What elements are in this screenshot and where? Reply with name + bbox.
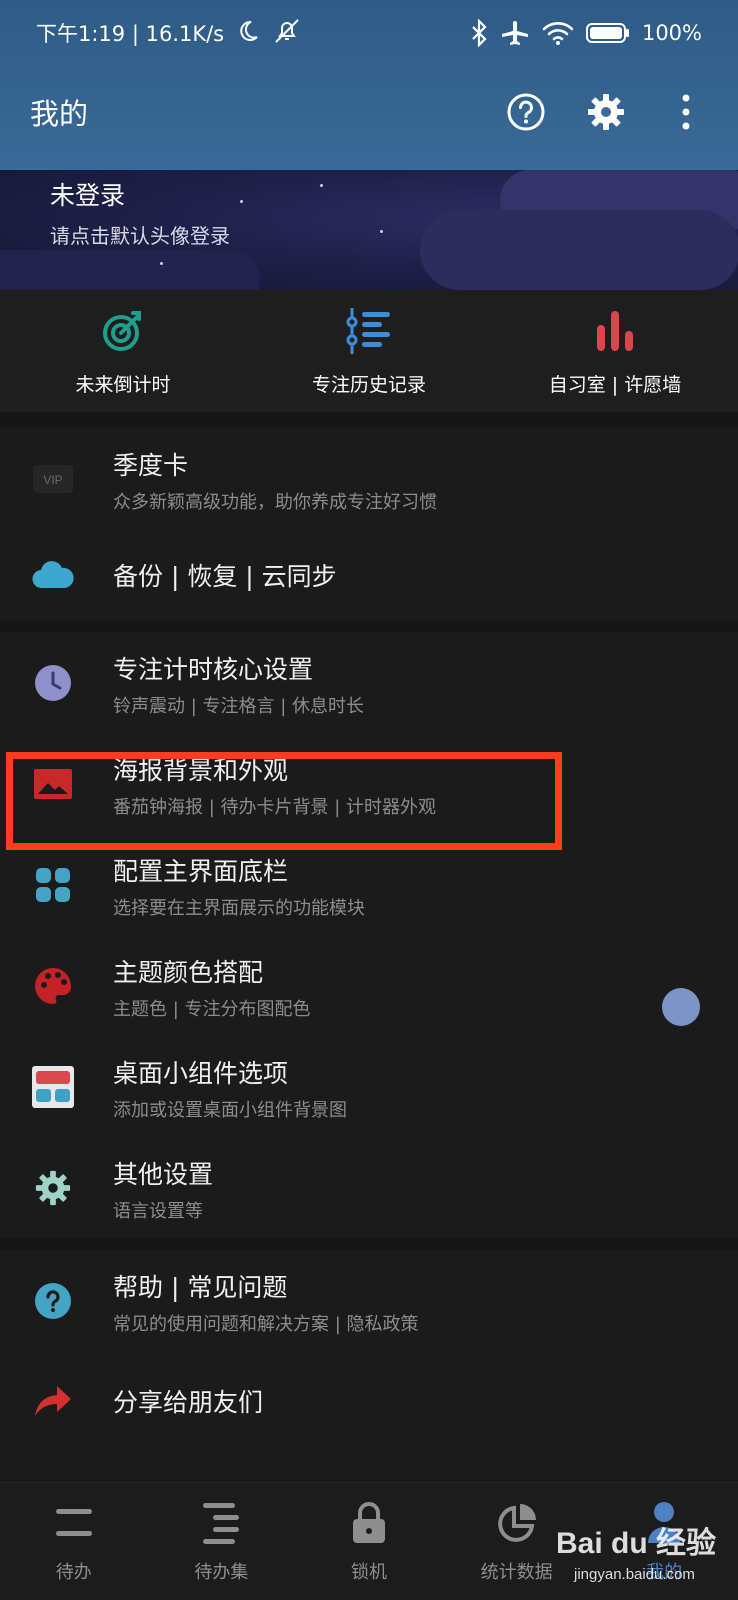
todo-set-icon [203, 1502, 240, 1544]
gear-icon [32, 1167, 74, 1209]
quick-action-study-room[interactable]: 自习室 | 许愿墙 [492, 290, 738, 412]
watermark-brand: Bai du 经验 [556, 1527, 717, 1560]
item-subtitle: 常见的使用问题和解决方案 | 隐私政策 [113, 1314, 419, 1335]
nav-todo-set[interactable]: 待办集 [148, 1483, 296, 1600]
banner-cloud [0, 250, 260, 290]
item-title: 海报背景和外观 [113, 756, 289, 785]
app-bar: 我的 [0, 76, 738, 148]
settings-section: 专注计时核心设置 铃声震动 | 专注格言 | 休息时长 海报背景和外观 番茄钟海… [0, 632, 738, 1238]
list-item-backup[interactable]: 备份 | 恢复 | 云同步 [0, 524, 738, 626]
pie-chart-icon [497, 1503, 536, 1542]
grid-icon [32, 864, 74, 906]
wifi-icon [542, 20, 574, 46]
banner-star [240, 200, 243, 203]
gear-icon [588, 94, 624, 130]
list-item-timer-settings[interactable]: 专注计时核心设置 铃声震动 | 专注格言 | 休息时长 [0, 632, 738, 734]
nav-label: 待办集 [194, 1561, 249, 1583]
membership-section: VIP 季度卡 众多新颖高级功能，助你养成专注好习惯 备份 | 恢复 | 云同步 [0, 428, 738, 620]
share-icon [32, 1380, 74, 1422]
settings-button[interactable] [584, 90, 628, 134]
item-title: 季度卡 [113, 451, 189, 480]
list-item-poster-appearance[interactable]: 海报背景和外观 番茄钟海报 | 待办卡片背景 | 计时器外观 [0, 733, 738, 835]
quick-action-countdown[interactable]: 未来倒计时 [0, 290, 246, 412]
cloud-icon [32, 554, 74, 596]
watermark-url: jingyan.baidu.com [574, 1566, 695, 1583]
item-title: 其他设置 [113, 1160, 214, 1189]
item-subtitle: 铃声震动 | 专注格言 | 休息时长 [113, 696, 365, 717]
bluetooth-icon [470, 19, 488, 47]
nav-todo[interactable]: 待办 [0, 1483, 148, 1600]
item-subtitle: 选择要在主界面展示的功能模块 [113, 898, 365, 919]
login-hint: 请点击默认头像登录 [50, 224, 230, 248]
battery-level: 100% [641, 21, 702, 45]
help-section: 帮助 | 常见问题 常见的使用问题和解决方案 | 隐私政策 分享给朋友们 [0, 1250, 738, 1482]
item-subtitle: 添加或设置桌面小组件背景图 [113, 1100, 347, 1121]
nav-label: 统计数据 [480, 1561, 553, 1583]
help-icon [32, 1280, 74, 1322]
nav-label: 锁机 [350, 1561, 387, 1583]
list-item-help[interactable]: 帮助 | 常见问题 常见的使用问题和解决方案 | 隐私政策 [0, 1250, 738, 1352]
quick-action-label: 未来倒计时 [75, 373, 171, 396]
floating-assistive-button[interactable] [662, 988, 700, 1026]
bar-chart-icon [597, 310, 633, 351]
profile-name: 未登录 [50, 181, 126, 210]
banner-star [380, 230, 383, 233]
item-subtitle: 主题色 | 专注分布图配色 [113, 999, 311, 1020]
nav-label: 待办 [55, 1561, 92, 1583]
svg-text:VIP: VIP [43, 473, 62, 487]
item-title: 主题颜色搭配 [113, 958, 264, 987]
status-left: 下午1:19 | 16.1K/s [36, 18, 302, 49]
watermark: Bai du 经验 jingyan.baidu.com [556, 1500, 738, 1600]
banner-cloud [420, 210, 738, 290]
profile-banner[interactable]: 未登录 请点击默认头像登录 [0, 170, 738, 290]
timeline-list-icon [346, 307, 390, 354]
item-subtitle: 语言设置等 [113, 1201, 203, 1222]
page-title: 我的 [30, 97, 89, 131]
status-bar: 下午1:19 | 16.1K/s 100% [0, 0, 738, 66]
banner-star [160, 262, 163, 265]
quick-actions: 未来倒计时 专注历史记录 自习室 | 许愿墙 [0, 290, 738, 412]
quick-action-history[interactable]: 专注历史记录 [246, 290, 492, 412]
help-button[interactable] [504, 90, 548, 134]
list-item-season-card[interactable]: VIP 季度卡 众多新颖高级功能，助你养成专注好习惯 [0, 428, 738, 530]
todo-icon [55, 1508, 92, 1536]
list-item-bottom-bar-config[interactable]: 配置主界面底栏 选择要在主界面展示的功能模块 [0, 834, 738, 936]
widget-icon [32, 1066, 74, 1108]
moon-icon [236, 19, 260, 48]
header: 下午1:19 | 16.1K/s 100% 我的 [0, 0, 738, 170]
item-title: 专注计时核心设置 [113, 655, 314, 684]
mute-bell-icon [272, 18, 302, 49]
item-title: 帮助 | 常见问题 [113, 1273, 288, 1302]
clock-icon [32, 662, 74, 704]
target-icon [103, 310, 141, 351]
list-item-share[interactable]: 分享给朋友们 [0, 1350, 738, 1452]
question-icon [507, 93, 545, 131]
vip-icon: VIP [32, 458, 74, 500]
list-item-theme-color[interactable]: 主题颜色搭配 主题色 | 专注分布图配色 [0, 935, 738, 1037]
more-vertical-icon [682, 94, 690, 130]
banner-star [320, 184, 323, 187]
item-title: 分享给朋友们 [113, 1388, 264, 1417]
item-subtitle: 番茄钟海报 | 待办卡片背景 | 计时器外观 [113, 797, 437, 818]
status-right: 100% [470, 19, 702, 47]
image-icon [32, 763, 74, 805]
item-title: 桌面小组件选项 [113, 1059, 289, 1088]
list-item-desktop-widget[interactable]: 桌面小组件选项 添加或设置桌面小组件背景图 [0, 1036, 738, 1138]
airplane-icon [500, 19, 530, 47]
more-options-button[interactable] [664, 90, 708, 134]
list-item-other-settings[interactable]: 其他设置 语言设置等 [0, 1137, 738, 1239]
nav-lock[interactable]: 锁机 [295, 1483, 443, 1600]
item-title: 备份 | 恢复 | 云同步 [113, 562, 337, 591]
lock-icon [352, 1501, 385, 1543]
quick-action-label: 自习室 | 许愿墙 [548, 373, 682, 396]
item-subtitle: 众多新颖高级功能，助你养成专注好习惯 [113, 492, 437, 513]
quick-action-label: 专注历史记录 [311, 373, 426, 396]
app-actions [504, 90, 708, 134]
palette-icon [32, 965, 74, 1007]
item-title: 配置主界面底栏 [113, 857, 289, 886]
battery-icon [585, 22, 630, 44]
status-time-speed: 下午1:19 | 16.1K/s [36, 22, 225, 46]
